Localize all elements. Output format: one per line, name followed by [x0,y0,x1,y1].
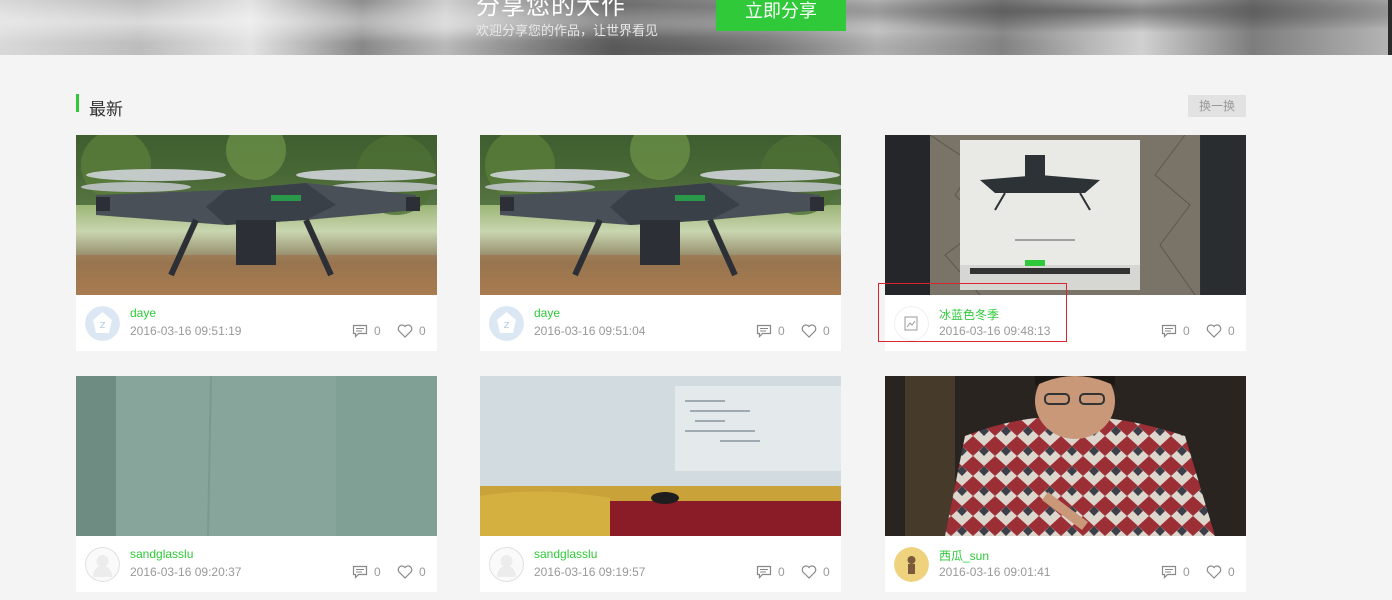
comment-count[interactable]: 0 [756,565,785,579]
comment-icon [352,565,368,579]
like-count[interactable]: 0 [801,324,830,338]
wall-photo[interactable] [76,376,437,536]
work-card[interactable]: z daye 2016-03-16 09:51:04 0 0 [480,135,841,351]
post-time: 2016-03-16 09:20:37 [130,565,242,579]
drone-sketch-photo[interactable] [885,135,1246,295]
author-name[interactable]: sandglasslu [130,547,193,561]
like-count-value: 0 [1228,565,1235,579]
like-count-value: 0 [419,324,426,338]
like-count[interactable]: 0 [1206,565,1235,579]
work-card[interactable]: sandglasslu 2016-03-16 09:20:37 0 0 [76,376,437,592]
post-time: 2016-03-16 09:51:19 [130,324,242,338]
like-count[interactable]: 0 [397,324,426,338]
post-time: 2016-03-16 09:01:41 [939,565,1051,579]
work-card[interactable]: sandglasslu 2016-03-16 09:19:57 0 0 [480,376,841,592]
blank-avatar[interactable] [85,547,120,582]
heart-icon [801,324,817,338]
comment-count-value: 0 [778,565,785,579]
comment-icon [1161,324,1177,338]
banner-title: 分享您的大作 [476,0,626,20]
like-count-value: 0 [419,565,426,579]
post-time: 2016-03-16 09:51:04 [534,324,646,338]
comment-count-value: 0 [1183,324,1190,338]
default-avatar[interactable]: z [85,306,120,341]
comment-count[interactable]: 0 [352,565,381,579]
heart-icon [801,565,817,579]
sketch-illustration [885,135,1246,295]
comment-count[interactable]: 0 [1161,565,1190,579]
author-name[interactable]: 西瓜_sun [939,547,989,564]
post-time: 2016-03-16 09:19:57 [534,565,646,579]
section-header: 最新 换一换 [76,94,1246,119]
hero-banner: 分享您的大作 欢迎分享您的作品，让世界看见 立即分享 [0,0,1392,55]
like-count-value: 0 [823,324,830,338]
post-time: 2016-03-16 09:48:13 [939,324,1051,338]
author-name[interactable]: daye [534,306,560,320]
comment-count[interactable]: 0 [756,324,785,338]
comment-count-value: 0 [374,565,381,579]
author-name[interactable]: 冰蓝色冬季 [939,306,999,323]
svg-text:z: z [100,318,106,331]
figure-avatar[interactable] [894,547,929,582]
like-count[interactable]: 0 [397,565,426,579]
drone-illustration [76,135,437,295]
svg-text:z: z [504,318,510,331]
like-count-value: 0 [823,565,830,579]
comment-icon [756,565,772,579]
drone-photo[interactable] [76,135,437,295]
broken-image-avatar[interactable] [894,306,929,341]
work-card[interactable]: z daye 2016-03-16 09:51:19 0 0 [76,135,437,351]
author-name[interactable]: sandglasslu [534,547,597,561]
room-photo[interactable] [480,376,841,536]
banner-subtitle: 欢迎分享您的作品，让世界看见 [476,23,659,38]
comment-count-value: 0 [374,324,381,338]
comment-count-value: 0 [778,324,785,338]
wall-illustration [76,376,437,536]
portrait-photo[interactable] [885,376,1246,536]
heart-icon [1206,565,1222,579]
refresh-button[interactable]: 换一换 [1188,95,1246,117]
like-count[interactable]: 0 [1206,324,1235,338]
room-illustration [480,376,841,536]
like-count[interactable]: 0 [801,565,830,579]
comment-count-value: 0 [1183,565,1190,579]
comment-count[interactable]: 0 [1161,324,1190,338]
blank-avatar[interactable] [489,547,524,582]
heart-icon [397,565,413,579]
comment-icon [1161,565,1177,579]
author-name[interactable]: daye [130,306,156,320]
heart-icon [397,324,413,338]
like-count-value: 0 [1228,324,1235,338]
work-card[interactable]: 冰蓝色冬季 2016-03-16 09:48:13 0 0 [885,135,1246,351]
work-card[interactable]: 西瓜_sun 2016-03-16 09:01:41 0 0 [885,376,1246,592]
drone-illustration [480,135,841,295]
share-now-button[interactable]: 立即分享 [716,0,846,31]
default-avatar[interactable]: z [489,306,524,341]
section-accent-bar [76,94,79,112]
portrait-illustration [885,376,1246,536]
comment-icon [352,324,368,338]
scrollbar[interactable] [1388,0,1392,55]
drone-photo[interactable] [480,135,841,295]
heart-icon [1206,324,1222,338]
comment-icon [756,324,772,338]
comment-count[interactable]: 0 [352,324,381,338]
section-title: 最新 [89,100,123,119]
